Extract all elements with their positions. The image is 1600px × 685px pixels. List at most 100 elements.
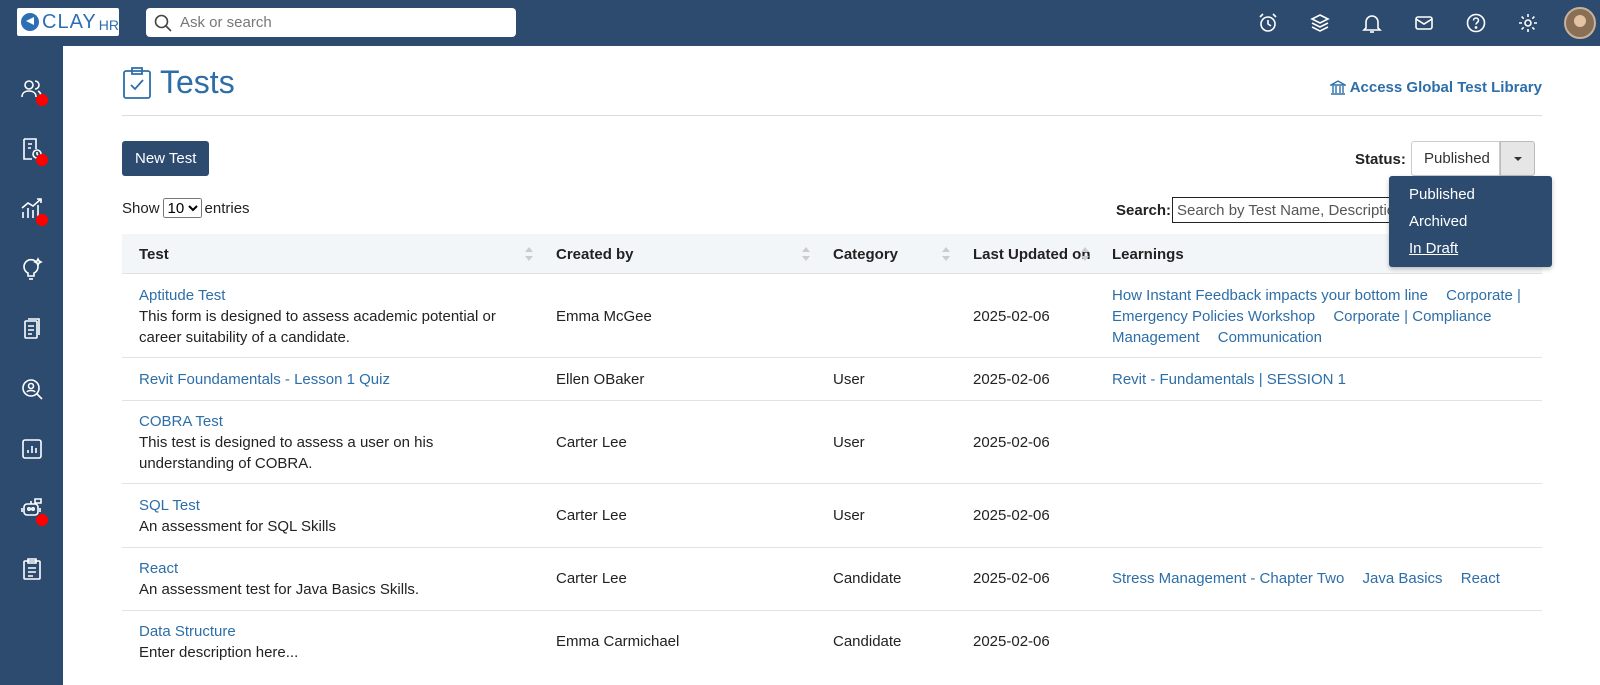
sidebar [0,46,63,685]
logo-text: CLAY [42,10,97,33]
sort-icon[interactable] [1081,247,1089,263]
layers-icon[interactable] [1294,0,1346,46]
test-cell: COBRA Test This test is designed to asse… [139,411,529,474]
status-select[interactable]: Published [1411,141,1500,176]
category-cell: User [833,371,865,388]
learning-link[interactable]: Java Basics [1363,570,1443,587]
entries-control: Show 10 entries [122,198,250,218]
status-option-archived[interactable]: Archived [1389,211,1552,238]
entries-label: entries [204,199,250,217]
column-header-created-by[interactable]: Created by [556,246,634,263]
learnings-cell: Stress Management - Chapter Two Java Bas… [1112,568,1522,589]
table-header: Test Created by Category Last Updated on… [122,234,1542,274]
status-option-published[interactable]: Published [1389,184,1552,211]
status-dropdown-menu: Published Archived In Draft [1389,176,1552,267]
column-header-learnings: Learnings [1112,246,1184,263]
created-by-cell: Emma McGee [556,308,652,325]
learnings-cell: Revit - Fundamentals | SESSION 1 [1112,369,1522,390]
learning-link[interactable]: Stress Management - Chapter Two [1112,570,1344,587]
test-description: This test is designed to assess a user o… [139,434,434,472]
new-test-button[interactable]: New Test [122,141,210,176]
table-row: COBRA Test This test is designed to asse… [122,401,1542,484]
table-row: React An assessment test for Java Basics… [122,548,1542,611]
global-search-input[interactable] [180,14,500,31]
last-updated-cell: 2025-02-06 [973,507,1050,524]
table-row: Revit Foundamentals - Lesson 1 Quiz Elle… [122,359,1542,401]
test-name-link[interactable]: Revit Foundamentals - Lesson 1 Quiz [139,369,529,390]
sidebar-item-tests[interactable] [0,544,63,594]
global-search[interactable] [146,8,516,37]
status-label: Status: [1355,151,1406,168]
sidebar-item-ideas[interactable] [0,244,63,294]
test-cell: Revit Foundamentals - Lesson 1 Quiz [139,369,529,390]
test-cell: Data Structure Enter description here... [139,621,529,663]
logo-sub-text: HR [98,16,119,33]
top-icons [1242,0,1600,46]
table-row: Data Structure Enter description here...… [122,611,1542,674]
status-selected-value: Published [1424,150,1490,167]
test-cell: Aptitude Test This form is designed to a… [139,285,529,348]
last-updated-cell: 2025-02-06 [973,633,1050,650]
mail-icon[interactable] [1398,0,1450,46]
test-name-link[interactable]: SQL Test [139,495,529,516]
notification-dot [36,154,48,166]
clayhr-logo[interactable]: CLAY HR [17,8,119,36]
test-description: Enter description here... [139,644,299,661]
sidebar-item-analytics[interactable] [0,184,63,234]
category-cell: Candidate [833,633,902,650]
status-option-in-draft[interactable]: In Draft [1389,238,1552,265]
logo-mark-icon [21,13,39,31]
created-by-cell: Carter Lee [556,570,627,587]
top-bar: CLAY HR [0,0,1600,46]
learnings-cell: How Instant Feedback impacts your bottom… [1112,285,1522,348]
avatar[interactable] [1564,7,1596,39]
clipboard-list-icon [22,558,41,580]
sidebar-item-reports[interactable] [0,424,63,474]
test-name-link[interactable]: Data Structure [139,621,529,642]
test-name-link[interactable]: COBRA Test [139,411,529,432]
sort-icon[interactable] [942,247,950,263]
learning-link[interactable]: Communication [1218,329,1322,346]
created-by-cell: Carter Lee [556,507,627,524]
main-content: Tests Access Global Test Library New Tes… [63,46,1600,685]
notification-dot [36,214,48,226]
created-by-cell: Ellen OBaker [556,371,645,388]
sort-icon[interactable] [525,247,533,263]
notification-dot [36,514,48,526]
access-global-test-library-link[interactable]: Access Global Test Library [1329,79,1542,96]
test-name-link[interactable]: React [139,558,529,579]
gear-icon[interactable] [1502,0,1554,46]
test-name-link[interactable]: Aptitude Test [139,285,529,306]
entries-select[interactable]: 10 [162,198,202,218]
sidebar-item-documents[interactable] [0,304,63,354]
sidebar-item-payroll[interactable] [0,124,63,174]
test-description: An assessment test for Java Basics Skill… [139,581,420,598]
sidebar-item-people[interactable] [0,64,63,114]
learning-link[interactable]: Revit - Fundamentals | SESSION 1 [1112,371,1346,388]
test-description: This form is designed to assess academic… [139,308,496,346]
created-by-cell: Carter Lee [556,434,627,451]
sidebar-item-assistant[interactable] [0,484,63,534]
last-updated-cell: 2025-02-06 [973,308,1050,325]
person-search-icon [21,379,43,400]
category-cell: User [833,434,865,451]
column-header-category[interactable]: Category [833,246,898,263]
documents-icon [23,318,40,339]
column-header-test[interactable]: Test [139,246,169,263]
test-description: An assessment for SQL Skills [139,518,337,535]
last-updated-cell: 2025-02-06 [973,434,1050,451]
column-header-last-updated[interactable]: Last Updated on [973,246,1091,263]
status-dropdown-toggle[interactable] [1500,141,1535,176]
report-icon [21,439,42,459]
page-title: Tests [160,64,235,100]
sidebar-item-recruiting[interactable] [0,364,63,414]
sort-icon[interactable] [802,247,810,263]
test-cell: SQL Test An assessment for SQL Skills [139,495,529,537]
learning-link[interactable]: How Instant Feedback impacts your bottom… [1112,287,1428,304]
test-cell: React An assessment test for Java Basics… [139,558,529,600]
alarm-clock-icon[interactable] [1242,0,1294,46]
help-icon[interactable] [1450,0,1502,46]
table-row: SQL Test An assessment for SQL Skills Ca… [122,485,1542,548]
learning-link[interactable]: React [1461,570,1500,587]
bell-icon[interactable] [1346,0,1398,46]
